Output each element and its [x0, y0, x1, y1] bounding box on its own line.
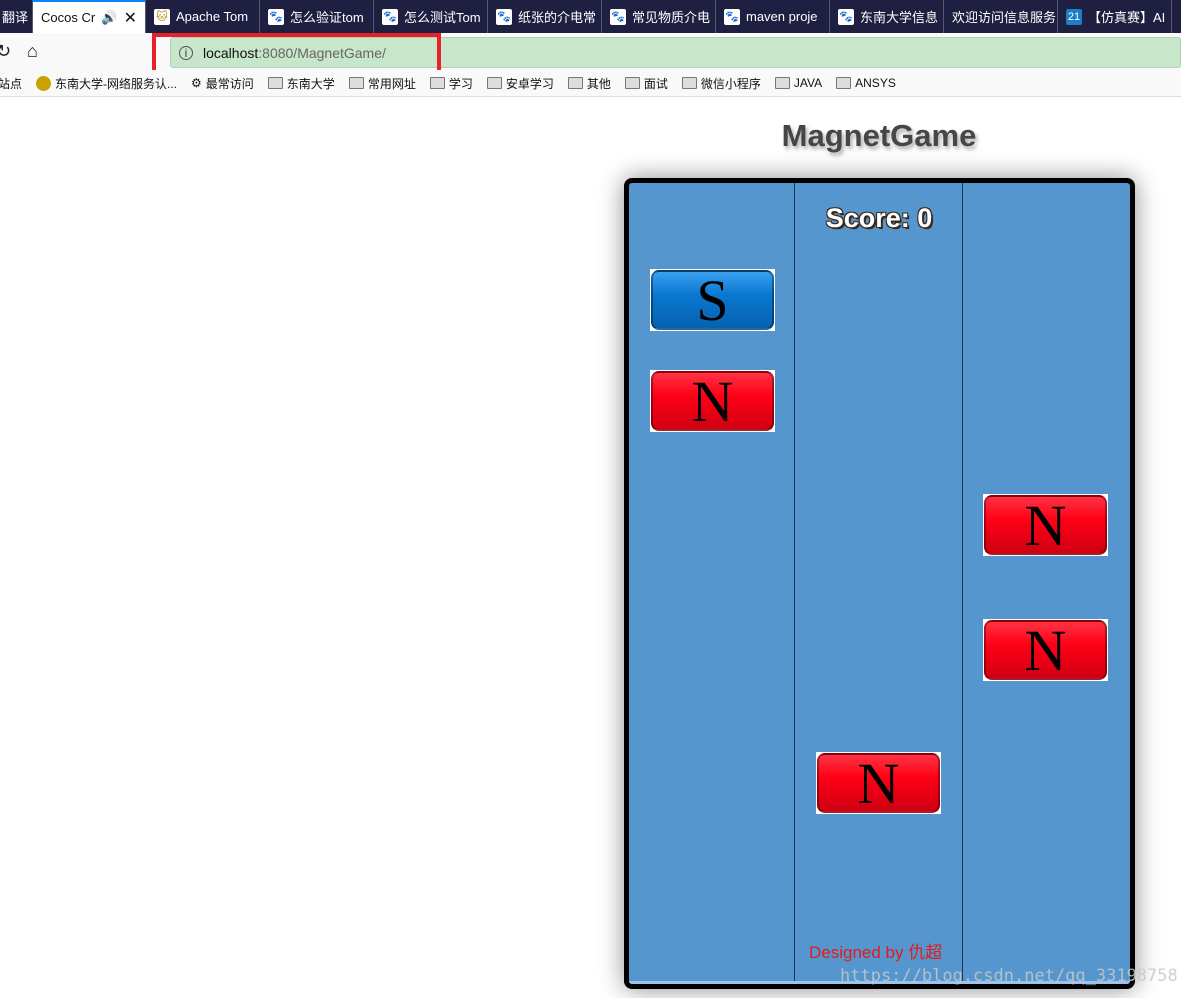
north-magnet[interactable]: N	[983, 493, 1108, 558]
page-title: MagnetGame	[781, 118, 977, 153]
baidu-paw-icon: 🐾	[382, 8, 398, 25]
watermark: https://blog.csdn.net/qq_33198758	[840, 966, 1178, 986]
folder-icon	[836, 77, 852, 89]
magnet-pole-label: N	[984, 618, 1107, 683]
tab-active[interactable]: Cocos Cre🔊✕	[33, 0, 146, 33]
tab[interactable]: 翻译	[0, 0, 33, 33]
magnet-pole-label: S	[651, 268, 774, 333]
home-icon[interactable]: ⌂	[27, 41, 38, 62]
baidu-paw-icon: 🐾	[268, 8, 284, 25]
baidu-paw-icon: 🐾	[724, 8, 740, 25]
bookmark[interactable]: 站点	[0, 75, 22, 92]
bookmark-folder[interactable]: 微信小程序	[681, 75, 761, 92]
bookmark-folder[interactable]: 学习	[429, 75, 473, 92]
north-magnet[interactable]: N	[983, 618, 1108, 683]
baidu-paw-icon: 🐾	[838, 8, 854, 25]
score-label: Score: 0	[825, 203, 933, 233]
bookmark-folder[interactable]: 其他	[567, 75, 611, 92]
magnet-pole-label: N	[984, 493, 1107, 558]
game-canvas[interactable]: Score: 0 SNNNN Designed by 仇超	[624, 178, 1135, 989]
close-icon[interactable]: ✕	[124, 8, 137, 28]
baidu-paw-icon: 🐾	[496, 8, 512, 25]
reload-icon[interactable]: ↻	[0, 41, 11, 62]
tab[interactable]: 🐾 怎么测试Tom	[374, 0, 488, 33]
folder-icon	[681, 77, 697, 89]
tab-bar: 翻译 Cocos Cre🔊✕ 🐱Apache Tom 🐾怎么验证tom 🐾怎么测…	[0, 0, 1181, 33]
tab[interactable]: 21 【仿真赛】AI	[1058, 0, 1172, 33]
bookmark-folder[interactable]: 东南大学	[267, 75, 335, 92]
tab[interactable]: 🐱 Apache Tom	[146, 0, 260, 33]
folder-icon	[348, 77, 364, 89]
lane-divider	[962, 183, 963, 984]
speaker-icon[interactable]: 🔊	[101, 10, 117, 26]
folder-icon	[429, 77, 445, 89]
folder-icon	[267, 77, 283, 89]
tab[interactable]: 🐾 怎么验证tom	[260, 0, 374, 33]
tomcat-icon: 🐱	[154, 8, 170, 25]
folder-icon	[624, 77, 640, 89]
north-magnet[interactable]: N	[816, 751, 941, 816]
tab[interactable]: 欢迎访问信息服务	[944, 0, 1058, 33]
seu-logo-icon	[36, 75, 52, 91]
21-icon: 21	[1066, 8, 1082, 25]
bookmark-folder[interactable]: JAVA	[774, 76, 822, 90]
tab[interactable]: 🐾 常见物质介电	[602, 0, 716, 33]
bookmark-folder[interactable]: 常用网址	[348, 75, 416, 92]
magnet-pole-label: N	[817, 751, 940, 816]
bookmarks-bar: 站点 东南大学-网络服务认... ⚙ 最常访问 东南大学 常用网址 学习 安卓学习…	[0, 70, 1181, 97]
bookmark-folder[interactable]: 面试	[624, 75, 668, 92]
lane-divider	[794, 183, 795, 984]
bookmark[interactable]: ⚙ 最常访问	[191, 75, 254, 92]
credit-label: Designed by 仇超	[809, 943, 943, 962]
tab[interactable]: 🐾 纸张的介电常	[488, 0, 602, 33]
bookmark[interactable]: 东南大学-网络服务认...	[36, 75, 177, 92]
folder-icon	[774, 77, 790, 89]
folder-icon	[486, 77, 502, 89]
magnet-pole-label: N	[651, 369, 774, 434]
tab[interactable]: 🐾 东南大学信息	[830, 0, 944, 33]
gear-icon: ⚙	[191, 76, 202, 90]
baidu-paw-icon: 🐾	[610, 8, 626, 25]
folder-icon	[567, 77, 583, 89]
bookmark-folder[interactable]: 安卓学习	[486, 75, 554, 92]
north-magnet[interactable]: N	[650, 369, 775, 434]
bookmark-folder[interactable]: ANSYS	[836, 76, 896, 90]
tab[interactable]: 🐾 maven proje	[716, 0, 830, 33]
south-magnet[interactable]: S	[650, 268, 775, 333]
